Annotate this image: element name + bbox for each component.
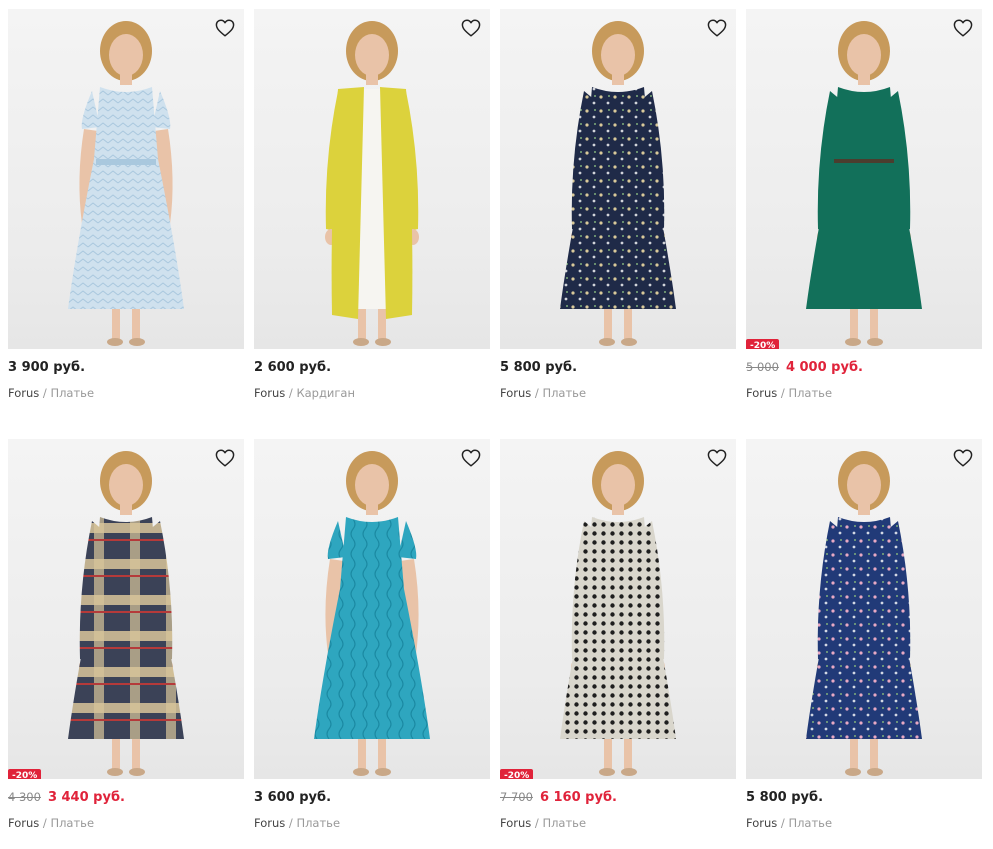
product-meta: Forus / Платье	[8, 386, 244, 400]
brand-link[interactable]: Forus	[500, 816, 531, 830]
price: 5 800 руб.	[500, 360, 578, 375]
product-meta: Forus / Платье	[500, 386, 736, 400]
brand-link[interactable]: Forus	[254, 816, 285, 830]
separator: /	[780, 386, 785, 400]
price: 3 600 руб.	[254, 790, 332, 805]
sale-price: 4 000 руб.	[785, 360, 863, 375]
model-figure	[560, 451, 676, 776]
product-photo[interactable]	[746, 439, 982, 779]
category-link[interactable]: Платье	[788, 386, 832, 400]
heart-outline-icon[interactable]	[460, 447, 482, 469]
sale-price: 3 440 руб.	[47, 790, 125, 805]
separator: /	[42, 816, 47, 830]
heart-outline-icon[interactable]	[214, 447, 236, 469]
price-row: 5 800 руб.	[500, 360, 736, 378]
product-grid: 3 900 руб. Forus / Платье 2 600 руб. Forus …	[8, 9, 982, 849]
old-price: 5 000	[746, 360, 779, 374]
price-row: 5 000 4 000 руб.	[746, 360, 982, 378]
category-link[interactable]: Платье	[542, 816, 586, 830]
product-photo[interactable]	[8, 9, 244, 349]
price-row: 4 300 3 440 руб.	[8, 790, 244, 808]
brand-link[interactable]: Forus	[254, 386, 285, 400]
price-row: 7 700 6 160 руб.	[500, 790, 736, 808]
price-row: 3 900 руб.	[8, 360, 244, 378]
product-card[interactable]: -20% 7 700 6 160 руб. Forus / Платье	[500, 439, 736, 849]
product-photo[interactable]: -20%	[8, 439, 244, 779]
product-card[interactable]: 3 600 руб. Forus / Платье	[254, 439, 490, 849]
heart-outline-icon[interactable]	[706, 447, 728, 469]
product-meta: Forus / Платье	[500, 816, 736, 830]
product-meta: Forus / Платье	[254, 816, 490, 830]
price-row: 2 600 руб.	[254, 360, 490, 378]
brand-link[interactable]: Forus	[500, 386, 531, 400]
heart-outline-icon[interactable]	[214, 17, 236, 39]
price: 5 800 руб.	[746, 790, 824, 805]
heart-outline-icon[interactable]	[952, 447, 974, 469]
heart-outline-icon[interactable]	[460, 17, 482, 39]
model-figure	[806, 21, 922, 346]
discount-badge: -20%	[500, 769, 534, 779]
heart-outline-icon[interactable]	[952, 17, 974, 39]
brand-link[interactable]: Forus	[746, 386, 777, 400]
product-card[interactable]: 2 600 руб. Forus / Кардиган	[254, 9, 490, 439]
discount-badge: -20%	[746, 339, 780, 349]
product-card[interactable]: 5 800 руб. Forus / Платье	[500, 9, 736, 439]
price: 3 900 руб.	[8, 360, 86, 375]
product-meta: Forus / Кардиган	[254, 386, 490, 400]
product-photo[interactable]	[500, 9, 736, 349]
model-figure	[325, 21, 419, 346]
model-figure	[68, 451, 184, 776]
separator: /	[534, 386, 539, 400]
category-link[interactable]: Кардиган	[296, 386, 355, 400]
model-figure	[314, 451, 430, 776]
product-card[interactable]: 3 900 руб. Forus / Платье	[8, 9, 244, 439]
sale-price: 6 160 руб.	[539, 790, 617, 805]
product-photo[interactable]: -20%	[746, 9, 982, 349]
product-meta: Forus / Платье	[746, 816, 982, 830]
product-card[interactable]: 5 800 руб. Forus / Платье	[746, 439, 982, 849]
separator: /	[534, 816, 539, 830]
product-card[interactable]: -20% 4 300 3 440 руб. Forus / Платье	[8, 439, 244, 849]
product-photo[interactable]: -20%	[500, 439, 736, 779]
product-meta: Forus / Платье	[746, 386, 982, 400]
discount-badge: -20%	[8, 769, 42, 779]
model-figure	[68, 21, 184, 346]
category-link[interactable]: Платье	[50, 386, 94, 400]
heart-outline-icon[interactable]	[706, 17, 728, 39]
brand-link[interactable]: Forus	[8, 816, 39, 830]
model-figure	[560, 21, 676, 346]
price-row: 3 600 руб.	[254, 790, 490, 808]
category-link[interactable]: Платье	[788, 816, 832, 830]
brand-link[interactable]: Forus	[8, 386, 39, 400]
price: 2 600 руб.	[254, 360, 332, 375]
category-link[interactable]: Платье	[296, 816, 340, 830]
price-row: 5 800 руб.	[746, 790, 982, 808]
product-card[interactable]: -20% 5 000 4 000 руб. Forus / Платье	[746, 9, 982, 439]
old-price: 4 300	[8, 790, 41, 804]
brand-link[interactable]: Forus	[746, 816, 777, 830]
separator: /	[288, 816, 293, 830]
category-link[interactable]: Платье	[50, 816, 94, 830]
product-photo[interactable]	[254, 9, 490, 349]
separator: /	[288, 386, 293, 400]
separator: /	[780, 816, 785, 830]
product-meta: Forus / Платье	[8, 816, 244, 830]
product-photo[interactable]	[254, 439, 490, 779]
old-price: 7 700	[500, 790, 533, 804]
separator: /	[42, 386, 47, 400]
category-link[interactable]: Платье	[542, 386, 586, 400]
model-figure	[806, 451, 922, 776]
